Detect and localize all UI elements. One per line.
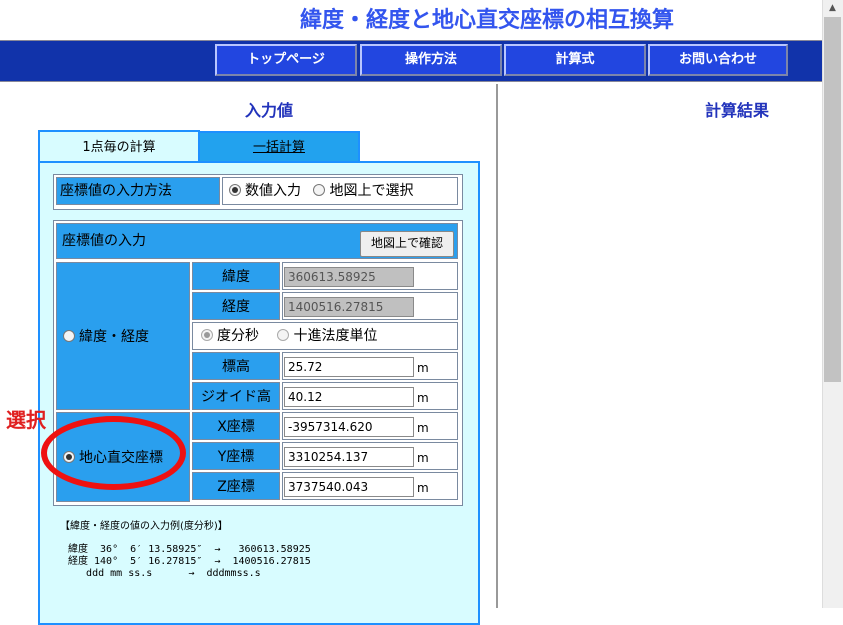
annotation-ellipse [41, 416, 186, 490]
page-title: 緯度・経度と地心直交座標の相互換算 [300, 8, 675, 33]
height-input[interactable]: 25.72 [284, 357, 414, 377]
x-input[interactable]: -3957314.620 [284, 417, 414, 437]
example-line-3: ddd mm ss.s → dddmmss.s [68, 568, 261, 579]
geoid-label: ジオイド高 [192, 382, 280, 410]
z-unit: m [417, 481, 429, 495]
y-label: Y座標 [192, 442, 280, 470]
latlon-group: 緯度・経度 [56, 262, 190, 410]
result-heading: 計算結果 [705, 101, 770, 120]
radio-icon[interactable] [63, 330, 75, 342]
nav-contact-button[interactable]: お問い合わせ [648, 44, 788, 76]
format-options: 度分秒 十進法度単位 [192, 322, 458, 350]
input-method-options: 数値入力 地図上で選択 [222, 177, 458, 205]
scroll-up-icon[interactable]: ▲ [822, 0, 843, 17]
input-heading: 入力値 [245, 101, 294, 120]
y-input[interactable]: 3310254.137 [284, 447, 414, 467]
decimal-radio[interactable]: 十進法度単位 [277, 328, 377, 344]
nav-formula-button[interactable]: 計算式 [504, 44, 646, 76]
latlon-radio[interactable]: 緯度・経度 [63, 326, 149, 346]
x-label: X座標 [192, 412, 280, 440]
example-line-2: 経度 140° 5′ 16.27815″ → 1400516.27815 [68, 556, 311, 567]
annotation-label: 選択 [6, 408, 46, 432]
radio-icon[interactable] [277, 329, 290, 341]
z-label: Z座標 [192, 472, 280, 500]
scrollbar-thumb[interactable] [824, 17, 841, 382]
x-unit: m [417, 421, 429, 435]
numeric-input-radio[interactable]: 数値入力 [229, 183, 301, 199]
input-method-label: 座標値の入力方法 [56, 177, 220, 205]
lat-label: 緯度 [192, 262, 280, 290]
map-select-radio[interactable]: 地図上で選択 [313, 183, 413, 199]
nav-top-button[interactable]: トップページ [215, 44, 357, 76]
input-method-box: 座標値の入力方法 数値入力 地図上で選択 [53, 174, 463, 210]
nav-bar: トップページ 操作方法 計算式 お問い合わせ [0, 40, 822, 82]
tab-batch-calc[interactable]: 一括計算 [198, 131, 360, 164]
nav-howto-button[interactable]: 操作方法 [360, 44, 502, 76]
lon-label: 経度 [192, 292, 280, 320]
example-title: 【緯度・経度の値の入力例(度分秒)】 [60, 521, 228, 532]
radio-icon[interactable] [313, 184, 326, 196]
geoid-input[interactable]: 40.12 [284, 387, 414, 407]
z-input[interactable]: 3737540.043 [284, 477, 414, 497]
coord-input-title: 座標値の入力 [62, 233, 146, 249]
map-confirm-button[interactable]: 地図上で確認 [360, 231, 454, 257]
dms-radio[interactable]: 度分秒 [201, 328, 259, 344]
radio-icon[interactable] [229, 184, 241, 196]
radio-icon[interactable] [201, 329, 213, 341]
example-line-1: 緯度 36° 6′ 13.58925″ → 360613.58925 [68, 544, 311, 555]
y-unit: m [417, 451, 429, 465]
height-unit: m [417, 361, 429, 375]
lat-input[interactable]: 360613.58925 [284, 267, 414, 287]
height-label: 標高 [192, 352, 280, 380]
geoid-unit: m [417, 391, 429, 405]
lon-input[interactable]: 1400516.27815 [284, 297, 414, 317]
